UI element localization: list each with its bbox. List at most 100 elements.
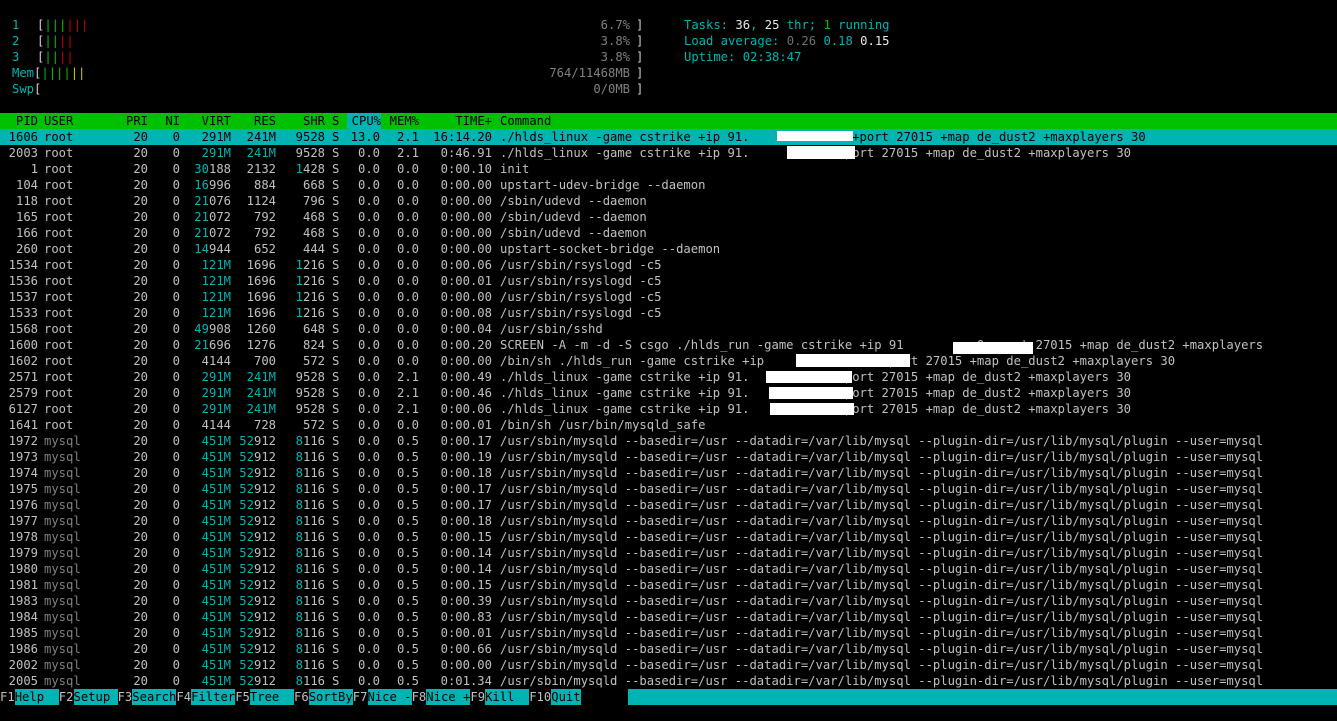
col-cpu[interactable]: CPU% — [347, 113, 381, 129]
process-pri: 20 — [133, 514, 148, 528]
process-row[interactable]: 1978 mysql 20 0 451M 52912 8116 S 0.0 0.5 0:00.15 /… — [0, 529, 1337, 545]
fkey-f2[interactable]: F2 — [59, 689, 74, 705]
process-shr: 668 — [302, 178, 325, 192]
process-ni: 0 — [172, 418, 180, 432]
process-row[interactable]: 1975 mysql 20 0 451M 52912 8116 S 0.0 0.5 0:00.17 /… — [0, 481, 1337, 497]
process-cmd: upstart-udev-bridge --daemon — [500, 178, 706, 192]
process-shr: 8116 — [295, 642, 325, 656]
col-pid[interactable]: PID — [0, 113, 38, 129]
col-res[interactable]: RES — [232, 113, 276, 129]
cpu3-meter: [|||| — [37, 50, 74, 64]
process-res: 1696 — [246, 290, 276, 304]
process-row[interactable]: 1985 mysql 20 0 451M 52912 8116 S 0.0 0.5 0:00.01 /… — [0, 625, 1337, 641]
fkey-f8[interactable]: F8 — [412, 689, 427, 705]
process-user: root — [44, 210, 74, 224]
fkey-f5-label[interactable]: Tree — [249, 689, 294, 705]
process-row[interactable]: 1537 root 20 0 121M 1696 1216 S 0.0 0.0 0:00.00/us… — [0, 289, 1337, 305]
fkey-f7-label[interactable]: Nice - — [367, 689, 412, 705]
process-cpu: 0.0 — [357, 578, 380, 592]
fkey-f10-label[interactable]: Quit — [551, 689, 581, 705]
process-row[interactable]: 1983 mysql 20 0 451M 52912 8116 S 0.0 0.5 0:00.39 /… — [0, 593, 1337, 609]
process-virt: 451M — [201, 610, 231, 624]
process-row[interactable]: 1602 root 20 0 4144 700 572 S 0.0 0.0 0:00.00/bin/… — [0, 353, 1337, 369]
process-row[interactable]: 1973 mysql 20 0 451M 52912 8116 S 0.0 0.5 0:00.19 /… — [0, 449, 1337, 465]
process-pid: 1534 — [8, 258, 38, 272]
process-pri: 20 — [133, 418, 148, 432]
col-user[interactable]: USER — [44, 113, 73, 129]
process-pid: 1985 — [8, 626, 38, 640]
process-row[interactable]: 1977 mysql 20 0 451M 52912 8116 S 0.0 0.5 0:00.18 /… — [0, 513, 1337, 529]
process-time: 0:00.01 — [440, 274, 492, 288]
process-row[interactable]: 1606 root 20 0 291M 241M 9528 S 13.0 2.1 16:14.20.… — [0, 129, 1337, 145]
col-shr[interactable]: SHR — [277, 113, 325, 129]
process-pid: 1568 — [8, 322, 38, 336]
col-mem[interactable]: MEM% — [385, 113, 419, 129]
process-mem: 0.5 — [396, 610, 419, 624]
col-virt[interactable]: VIRT — [182, 113, 231, 129]
process-row[interactable]: 165 root 20 0 21072 792 468 S 0.0 0.0 0:00.00/sbin… — [0, 209, 1337, 225]
process-row[interactable]: 1980 mysql 20 0 451M 52912 8116 S 0.0 0.5 0:00.14 /… — [0, 561, 1337, 577]
process-user: mysql — [44, 450, 81, 464]
process-row[interactable]: 1976 mysql 20 0 451M 52912 8116 S 0.0 0.5 0:00.17 /… — [0, 497, 1337, 513]
fkey-f5[interactable]: F5 — [235, 689, 250, 705]
process-row[interactable]: 1972 mysql 20 0 451M 52912 8116 S 0.0 0.5 0:00.17 /… — [0, 433, 1337, 449]
fkey-f3[interactable]: F3 — [118, 689, 133, 705]
process-row[interactable]: 1641 root 20 0 4144 728 572 S 0.0 0.0 0:00.01/bin/… — [0, 417, 1337, 433]
process-row[interactable]: 1984 mysql 20 0 451M 52912 8116 S 0.0 0.5 0:00.83 /… — [0, 609, 1337, 625]
fkey-f6[interactable]: F6 — [294, 689, 309, 705]
fkey-f4-label[interactable]: Filter — [191, 689, 236, 705]
process-shr: 648 — [302, 322, 325, 336]
process-row[interactable]: 2002 mysql 20 0 451M 52912 8116 S 0.0 0.5 0:00.00 /… — [0, 657, 1337, 673]
process-cpu: 0.0 — [357, 466, 380, 480]
process-ni: 0 — [172, 402, 180, 416]
fkey-f10[interactable]: F10 — [529, 689, 551, 705]
fkey-f6-label[interactable]: SortBy — [308, 689, 353, 705]
fkey-f9[interactable]: F9 — [470, 689, 485, 705]
fkey-f2-label[interactable]: Setup — [73, 689, 118, 705]
process-row[interactable]: 2003 root 20 0 291M 241M 9528 S 0.0 2.1 0:46.91 ./h… — [0, 145, 1337, 161]
fkey-f1-label[interactable]: Help — [14, 689, 59, 705]
fkey-f8-label[interactable]: Nice + — [426, 689, 471, 705]
process-row[interactable]: 1974 mysql 20 0 451M 52912 8116 S 0.0 0.5 0:00.18 /… — [0, 465, 1337, 481]
process-cpu: 0.0 — [357, 290, 380, 304]
process-ni: 0 — [172, 434, 180, 448]
process-row[interactable]: 1986 mysql 20 0 451M 52912 8116 S 0.0 0.5 0:00.66 /… — [0, 641, 1337, 657]
process-cmd: /usr/sbin/mysqld --basedir=/usr --datadi… — [500, 658, 1264, 672]
process-table-header[interactable]: PID USER PRI NI VIRT RES SHR S CPU% MEM%… — [0, 113, 1337, 129]
col-command[interactable]: Command — [500, 113, 551, 129]
process-row[interactable]: 2571 root 20 0 291M 241M 9528 S 0.0 2.1 0:00.49 ./h… — [0, 369, 1337, 385]
process-row[interactable]: 2579 root 20 0 291M 241M 9528 S 0.0 2.1 0:00.46 ./h… — [0, 385, 1337, 401]
fkey-f7[interactable]: F7 — [353, 689, 368, 705]
col-state[interactable]: S — [332, 113, 339, 129]
col-ni[interactable]: NI — [150, 113, 180, 129]
process-row[interactable]: 1533 root 20 0 121M 1696 1216 S 0.0 0.0 0:00.08/us… — [0, 305, 1337, 321]
col-pri[interactable]: PRI — [118, 113, 148, 129]
process-shr: 1216 — [295, 274, 325, 288]
fkey-f9-label[interactable]: Kill — [485, 689, 530, 705]
process-row[interactable]: 118 root 20 0 21076 1124 796 S 0.0 0.0 0:00.00/sbi… — [0, 193, 1337, 209]
process-row[interactable]: 104 root 20 0 16996 884 668 S 0.0 0.0 0:00.00 upsta… — [0, 177, 1337, 193]
process-row[interactable]: 1536 root 20 0 121M 1696 1216 S 0.0 0.0 0:00.01/us… — [0, 273, 1337, 289]
process-row[interactable]: 166 root 20 0 21072 792 468 S 0.0 0.0 0:00.00/sbin… — [0, 225, 1337, 241]
process-cpu: 0.0 — [357, 370, 380, 384]
process-user: mysql — [44, 514, 81, 528]
process-row[interactable]: 1 root 20 0 30188 2132 1428 S 0.0 0.0 0:00.10 init — [0, 161, 1337, 177]
process-res: 241M — [246, 146, 276, 160]
col-time[interactable]: TIME+ — [420, 113, 492, 129]
fkey-f1[interactable]: F1 — [0, 689, 15, 705]
process-cpu: 0.0 — [357, 450, 380, 464]
function-key-bar[interactable]: F1 Help F2 Setup F3 Search F4 Filter F5 Tree F6… — [0, 689, 1337, 705]
process-row[interactable]: 1979 mysql 20 0 451M 52912 8116 S 0.0 0.5 0:00.14 /… — [0, 545, 1337, 561]
process-pri: 20 — [133, 178, 148, 192]
process-row[interactable]: 1981 mysql 20 0 451M 52912 8116 S 0.0 0.5 0:00.15 /… — [0, 577, 1337, 593]
process-mem: 0.0 — [396, 306, 419, 320]
fkey-f3-label[interactable]: Search — [132, 689, 177, 705]
process-row[interactable]: 1600 root 20 0 21696 1276 824 S 0.0 0.0 0:00.20 SCR… — [0, 337, 1337, 353]
process-row[interactable]: 1534 root 20 0 121M 1696 1216 S 0.0 0.0 0:00.06/us… — [0, 257, 1337, 273]
fkey-f4[interactable]: F4 — [176, 689, 191, 705]
process-row[interactable]: 260 root 20 0 14944 652 444 S 0.0 0.0 0:00.00 upsta… — [0, 241, 1337, 257]
process-row[interactable]: 2005 mysql 20 0 451M 52912 8116 S 0.0 0.5 0:01.34 /… — [0, 673, 1337, 689]
process-row[interactable]: 1568 root 20 0 49908 1260 648 S 0.0 0.0 0:00.04/us… — [0, 321, 1337, 337]
process-row[interactable]: 6127 root 20 0 291M 241M 9528 S 0.0 2.1 0:00.06 ./h… — [0, 401, 1337, 417]
process-pri: 20 — [133, 466, 148, 480]
